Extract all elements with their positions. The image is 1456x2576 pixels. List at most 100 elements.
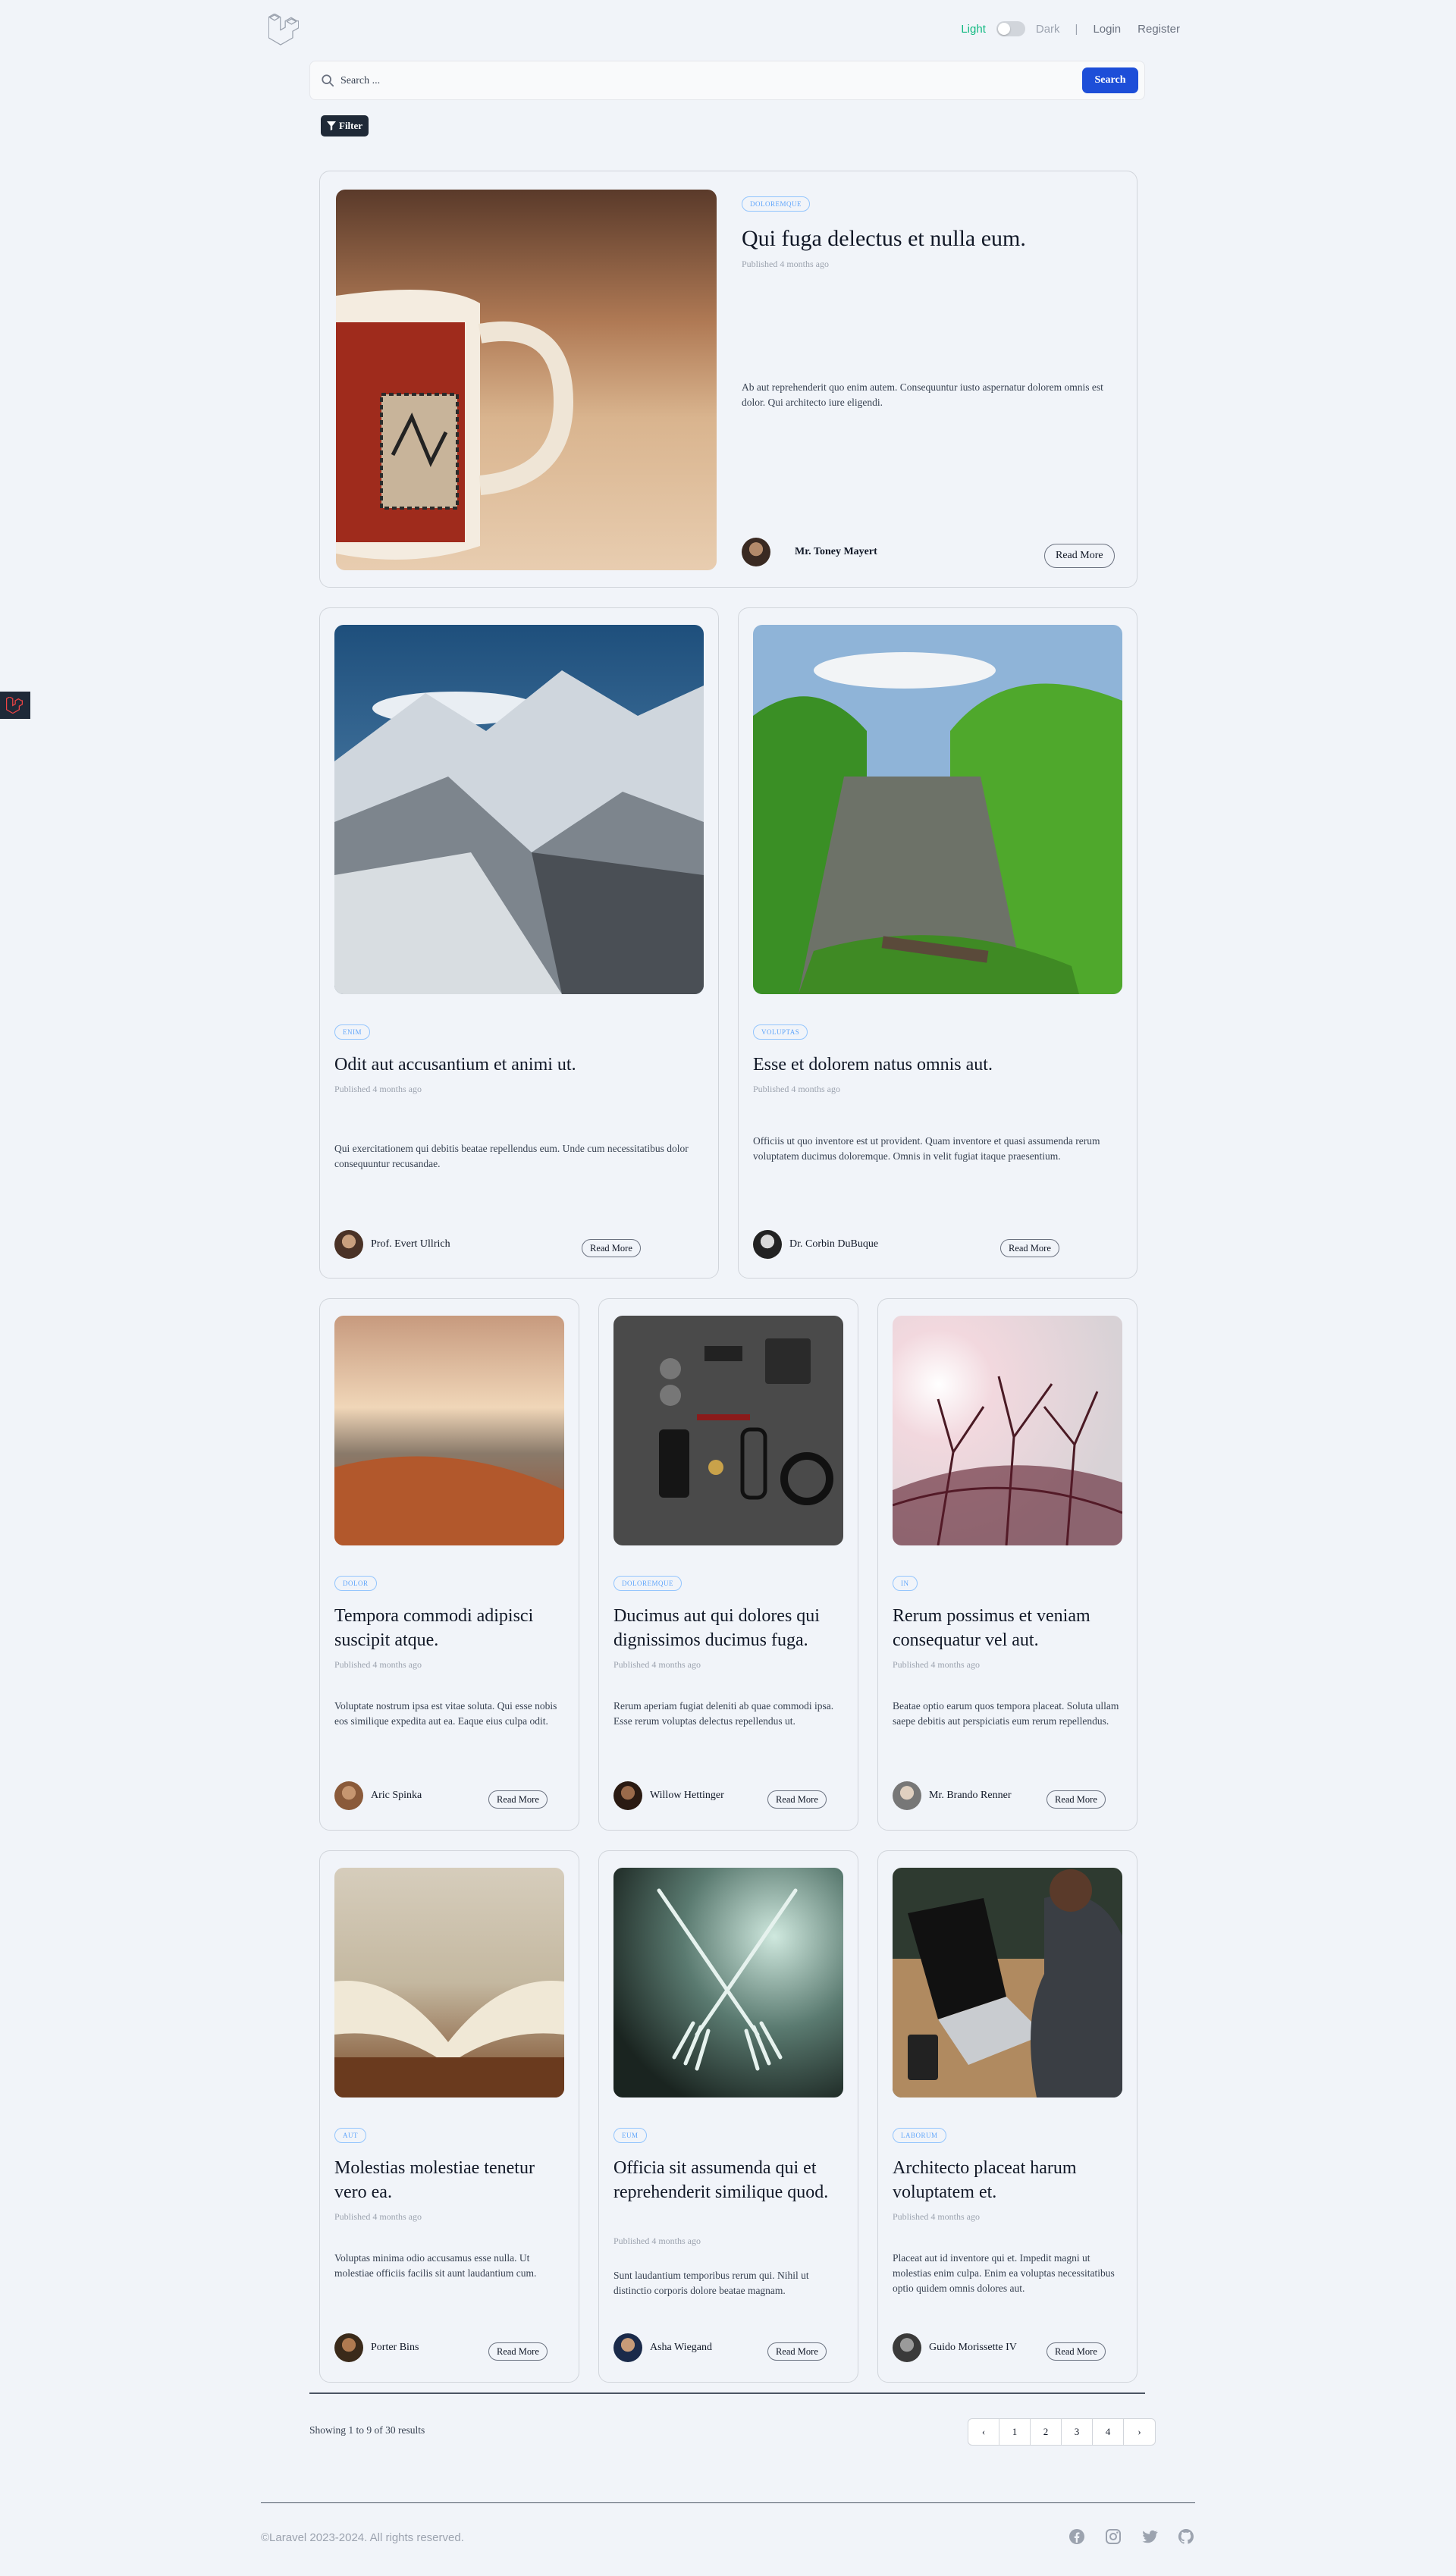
laravel-logo-icon xyxy=(6,697,23,714)
read-more-button[interactable]: Read More xyxy=(767,1790,827,1809)
post-title[interactable]: Tempora commodi adipisci suscipit atque. xyxy=(334,1604,566,1652)
post-image[interactable] xyxy=(334,625,704,994)
post-title[interactable]: Odit aut accusantium et animi ut. xyxy=(334,1053,698,1077)
post-tag[interactable]: DOLOREMQUE xyxy=(613,1576,682,1591)
post-tag[interactable]: LABORUM xyxy=(893,2128,946,2143)
post-author[interactable]: Dr. Corbin DuBuque xyxy=(753,1230,878,1259)
post-title[interactable]: Rerum possimus et veniam consequatur vel… xyxy=(893,1604,1124,1652)
nav-right: Light Dark | Login Register xyxy=(961,21,1180,36)
read-more-button[interactable]: Read More xyxy=(582,1239,641,1257)
post-tag[interactable]: AUT xyxy=(334,2128,366,2143)
post-title[interactable]: Officia sit assumenda qui et reprehender… xyxy=(613,2156,845,2204)
page-button-1[interactable]: 1 xyxy=(999,2419,1031,2445)
post-title[interactable]: Molestias molestiae tenetur vero ea. xyxy=(334,2156,566,2204)
filter-button[interactable]: Filter xyxy=(321,115,369,136)
post-card-featured: DOLOREMQUE Qui fuga delectus et nulla eu… xyxy=(319,171,1138,588)
post-author[interactable]: Willow Hettinger xyxy=(613,1781,724,1810)
post-excerpt: Voluptate nostrum ipsa est vitae soluta.… xyxy=(334,1700,557,1727)
post-title[interactable]: Architecto placeat harum voluptatem et. xyxy=(893,2156,1124,2204)
post-excerpt: Voluptas minima odio accusamus esse null… xyxy=(334,2252,537,2279)
post-excerpt: Officiis ut quo inventore est ut provide… xyxy=(753,1135,1100,1162)
prev-page-button[interactable]: ‹ xyxy=(968,2419,999,2445)
post-tag[interactable]: VOLUPTAS xyxy=(753,1024,808,1040)
post-excerpt: Rerum aperiam fugiat deleniti ab quae co… xyxy=(613,1700,834,1727)
post-tag[interactable]: IN xyxy=(893,1576,918,1591)
post-author[interactable]: Porter Bins xyxy=(334,2333,419,2362)
light-mode-label[interactable]: Light xyxy=(961,23,986,36)
post-excerpt: Beatae optio earum quos tempora placeat.… xyxy=(893,1700,1119,1727)
github-icon[interactable] xyxy=(1177,2527,1195,2546)
post-image[interactable] xyxy=(893,1868,1122,2098)
post-author[interactable]: Mr. Toney Mayert xyxy=(742,538,877,566)
nav-separator: | xyxy=(1075,22,1078,36)
avatar xyxy=(334,1781,363,1810)
post-title[interactable]: Qui fuga delectus et nulla eum. xyxy=(742,224,1121,253)
filter-label: Filter xyxy=(339,120,363,131)
avatar xyxy=(753,1230,782,1259)
post-author[interactable]: Asha Wiegand xyxy=(613,2333,712,2362)
page-button-2[interactable]: 2 xyxy=(1031,2419,1062,2445)
post-tag[interactable]: EUM xyxy=(613,2128,647,2143)
post-image[interactable] xyxy=(613,1316,843,1545)
next-page-button[interactable]: › xyxy=(1124,2419,1155,2445)
avatar xyxy=(334,1230,363,1259)
post-title[interactable]: Ducimus aut qui dolores qui dignissimos … xyxy=(613,1604,845,1652)
author-name: Mr. Brando Renner xyxy=(929,1790,1012,1801)
post-card: EUM Officia sit assumenda qui et reprehe… xyxy=(598,1850,858,2383)
search-bar: Search xyxy=(309,61,1145,100)
read-more-button[interactable]: Read More xyxy=(488,2342,548,2361)
post-image[interactable] xyxy=(613,1868,843,2098)
facebook-icon[interactable] xyxy=(1068,2527,1086,2546)
post-published: Published 4 months ago xyxy=(334,1084,422,1094)
dark-mode-label[interactable]: Dark xyxy=(1036,23,1060,36)
read-more-button[interactable]: Read More xyxy=(1000,1239,1059,1257)
read-more-button[interactable]: Read More xyxy=(488,1790,548,1809)
post-published: Published 4 months ago xyxy=(613,2236,701,2246)
post-tag[interactable]: DOLOREMQUE xyxy=(742,196,810,212)
theme-toggle[interactable] xyxy=(996,21,1025,36)
author-name: Asha Wiegand xyxy=(650,2342,712,2353)
search-input[interactable] xyxy=(340,71,1068,92)
post-title[interactable]: Esse et dolorem natus omnis aut. xyxy=(753,1053,1117,1077)
read-more-button[interactable]: Read More xyxy=(1046,1790,1106,1809)
post-tag[interactable]: ENIM xyxy=(334,1024,370,1040)
post-image[interactable] xyxy=(753,625,1122,994)
post-published: Published 4 months ago xyxy=(613,1659,701,1670)
post-author[interactable]: Mr. Brando Renner xyxy=(893,1781,1011,1810)
avatar xyxy=(613,2333,642,2362)
post-card: IN Rerum possimus et veniam consequatur … xyxy=(877,1298,1138,1831)
instagram-icon[interactable] xyxy=(1104,2527,1122,2546)
search-button[interactable]: Search xyxy=(1082,67,1138,93)
laravel-logo-icon[interactable] xyxy=(268,14,299,45)
login-link[interactable]: Login xyxy=(1093,23,1121,36)
header: Light Dark | Login Register xyxy=(261,11,1180,49)
page-button-4[interactable]: 4 xyxy=(1093,2419,1124,2445)
post-card: VOLUPTAS Esse et dolorem natus omnis aut… xyxy=(738,607,1138,1279)
read-more-button[interactable]: Read More xyxy=(1046,2342,1106,2361)
post-excerpt: Ab aut reprehenderit quo enim autem. Con… xyxy=(742,381,1103,408)
author-name: Mr. Toney Mayert xyxy=(795,546,877,557)
avatar xyxy=(742,538,770,566)
read-more-button[interactable]: Read More xyxy=(1044,544,1115,568)
post-image[interactable] xyxy=(893,1316,1122,1545)
side-debug-tab[interactable] xyxy=(0,692,30,719)
post-excerpt: Placeat aut id inventore qui et. Impedit… xyxy=(893,2252,1115,2294)
search-icon xyxy=(322,74,334,87)
read-more-button[interactable]: Read More xyxy=(767,2342,827,2361)
post-tag[interactable]: DOLOR xyxy=(334,1576,377,1591)
post-excerpt: Sunt laudantium temporibus rerum qui. Ni… xyxy=(613,2270,809,2296)
page-button-3[interactable]: 3 xyxy=(1062,2419,1093,2445)
post-author[interactable]: Aric Spinka xyxy=(334,1781,422,1810)
post-image[interactable] xyxy=(336,190,717,570)
author-name: Guido Morissette IV xyxy=(929,2342,1017,2353)
twitter-icon[interactable] xyxy=(1141,2527,1159,2546)
post-published: Published 4 months ago xyxy=(753,1084,841,1094)
post-published: Published 4 months ago xyxy=(893,1659,981,1670)
post-image[interactable] xyxy=(334,1316,564,1545)
post-image[interactable] xyxy=(334,1868,564,2098)
author-name: Porter Bins xyxy=(371,2342,419,2353)
footer-divider xyxy=(261,2502,1195,2503)
post-author[interactable]: Guido Morissette IV xyxy=(893,2333,1017,2362)
post-author[interactable]: Prof. Evert Ullrich xyxy=(334,1230,450,1259)
register-link[interactable]: Register xyxy=(1138,23,1180,36)
